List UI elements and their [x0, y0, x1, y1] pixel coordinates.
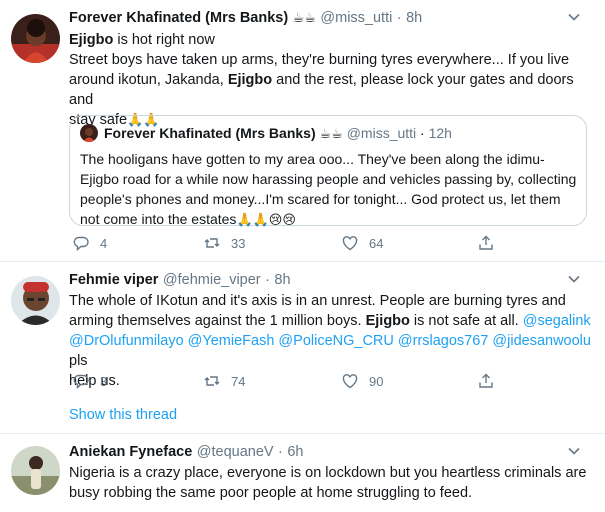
quoted-handle: @miss_utti — [346, 125, 417, 141]
like-button[interactable]: 64 — [341, 234, 383, 252]
avatar[interactable] — [11, 14, 60, 63]
reply-icon — [73, 236, 89, 252]
quoted-header: Forever Khafinated (Mrs Banks) ☕☕ @miss_… — [104, 125, 452, 142]
tweet-header: Aniekan Fyneface @tequaneV · 6h — [69, 443, 303, 461]
tweet-1[interactable]: Forever Khafinated (Mrs Banks) ☕☕ @miss_… — [0, 0, 605, 265]
avatar[interactable] — [11, 446, 60, 495]
tweet-actions: 3 74 90 — [0, 372, 605, 390]
name-emoji: ☕☕ — [292, 10, 316, 25]
handle[interactable]: @fehmie_viper — [163, 272, 261, 288]
separator-dot: · — [278, 444, 283, 460]
retweet-count: 33 — [231, 235, 246, 251]
share-icon — [479, 235, 493, 250]
like-count: 64 — [369, 235, 384, 251]
tweet-feed: Forever Khafinated (Mrs Banks) ☕☕ @miss_… — [0, 0, 605, 512]
reply-count: 4 — [100, 235, 108, 251]
retweet-icon — [204, 238, 220, 248]
reply-button[interactable]: 3 — [72, 372, 107, 390]
share-button[interactable] — [477, 372, 495, 390]
reply-button[interactable]: 4 — [72, 234, 107, 252]
hashtag-keyword: Ejigbo — [227, 72, 273, 88]
chevron-down-icon[interactable] — [567, 10, 581, 24]
separator-dot: · — [265, 272, 270, 288]
tweet-header: Forever Khafinated (Mrs Banks) ☕☕ @miss_… — [69, 9, 422, 27]
tweet-text: Nigeria is a crazy place, everyone is on… — [69, 465, 587, 501]
timestamp[interactable]: 6h — [287, 444, 303, 460]
like-button[interactable]: 90 — [341, 372, 383, 390]
hashtag-keyword: Ejigbo — [69, 32, 114, 48]
retweet-button[interactable]: 33 — [203, 234, 245, 252]
quoted-display-name: Forever Khafinated (Mrs Banks) — [104, 125, 316, 141]
separator-dot: · — [396, 10, 402, 26]
reply-icon — [73, 374, 89, 390]
hashtag-keyword: Ejigbo — [365, 313, 410, 329]
tweet-header: Fehmie viper @fehmie_viper · 8h — [69, 271, 291, 289]
share-icon — [479, 373, 493, 388]
retweet-button[interactable]: 74 — [203, 372, 245, 390]
mention-link[interactable]: @segalink — [523, 313, 591, 329]
timestamp[interactable]: 8h — [274, 272, 290, 288]
handle[interactable]: @tequaneV — [197, 444, 274, 460]
mention-links[interactable]: @DrOlufunmilayo @YemieFash @PoliceNG_CRU… — [69, 333, 591, 349]
quoted-tweet[interactable]: Forever Khafinated (Mrs Banks) ☕☕ @miss_… — [69, 115, 587, 227]
quoted-avatar — [80, 124, 98, 142]
quoted-text: The hooligans have gotten to my area ooo… — [80, 149, 580, 230]
tweet-3[interactable]: Aniekan Fyneface @tequaneV · 6h Nigeria … — [0, 434, 605, 512]
reply-count: 3 — [100, 373, 108, 389]
quoted-timestamp: 12h — [428, 125, 452, 141]
emoji-group: 🙏🙏😢😢 — [236, 212, 296, 227]
like-count: 90 — [369, 373, 384, 389]
retweet-count: 74 — [231, 373, 246, 389]
name-emoji: ☕☕ — [319, 126, 343, 141]
timestamp[interactable]: 8h — [406, 10, 422, 26]
avatar[interactable] — [11, 276, 60, 325]
show-thread-link[interactable]: Show this thread — [69, 407, 177, 423]
separator-dot: · — [420, 125, 425, 141]
share-button[interactable] — [477, 234, 495, 252]
display-name[interactable]: Forever Khafinated (Mrs Banks) — [69, 10, 288, 26]
like-icon — [342, 236, 358, 251]
handle[interactable]: @miss_utti — [320, 10, 392, 26]
tweet-actions: 4 33 64 — [0, 234, 605, 252]
display-name[interactable]: Aniekan Fyneface — [69, 444, 192, 460]
like-icon — [342, 374, 358, 389]
retweet-icon — [204, 376, 220, 386]
display-name[interactable]: Fehmie viper — [69, 272, 158, 288]
chevron-down-icon[interactable] — [567, 272, 581, 286]
chevron-down-icon[interactable] — [567, 444, 581, 458]
